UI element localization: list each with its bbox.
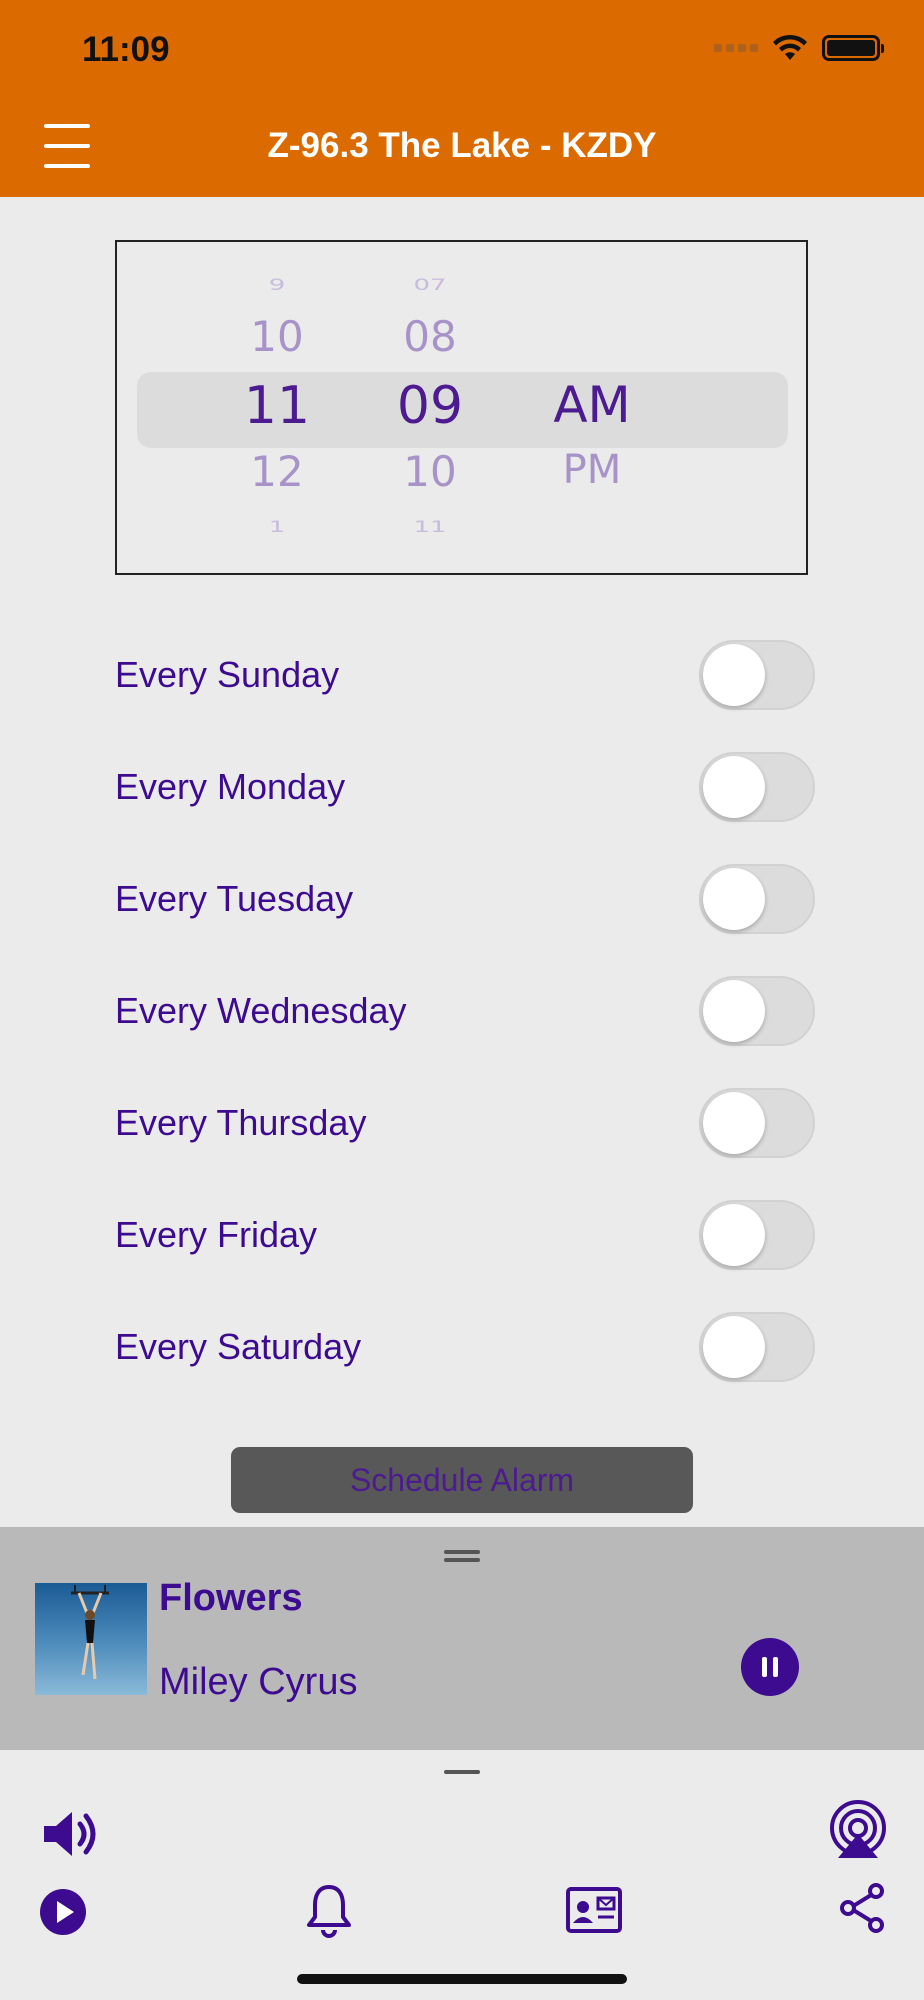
period-option-selected[interactable]: AM: [522, 376, 662, 434]
now-playing-bar[interactable]: Flowers Miley Cyrus: [0, 1527, 924, 1750]
contact-card-icon[interactable]: [566, 1887, 622, 1933]
home-indicator[interactable]: [297, 1974, 627, 1984]
airplay-icon[interactable]: [828, 1800, 888, 1860]
status-time: 11:09: [82, 30, 170, 69]
day-row-friday: Every Friday: [115, 1200, 815, 1312]
signal-icon: [714, 44, 758, 52]
day-label: Every Wednesday: [115, 990, 407, 1031]
play-icon[interactable]: [38, 1887, 88, 1937]
bottom-controls: [0, 1750, 924, 2000]
toggle-knob: [703, 1204, 765, 1266]
toggle-knob: [703, 1316, 765, 1378]
minute-option[interactable]: 08: [360, 312, 500, 361]
minute-option[interactable]: 11: [360, 518, 500, 536]
pause-icon: [762, 1657, 767, 1677]
day-toggle-list: Every Sunday Every Monday Every Tuesday …: [115, 640, 815, 1424]
thursday-toggle[interactable]: [699, 1088, 815, 1158]
day-row-saturday: Every Saturday: [115, 1312, 815, 1424]
day-row-thursday: Every Thursday: [115, 1088, 815, 1200]
day-row-monday: Every Monday: [115, 752, 815, 864]
saturday-toggle[interactable]: [699, 1312, 815, 1382]
share-icon[interactable]: [838, 1883, 886, 1933]
day-row-wednesday: Every Wednesday: [115, 976, 815, 1088]
hour-option[interactable]: 10: [207, 312, 347, 361]
time-picker[interactable]: 9 10 11 12 1 07 08 09 10 11 AM PM: [115, 240, 808, 575]
hour-option[interactable]: 9: [207, 276, 347, 294]
day-label: Every Tuesday: [115, 878, 354, 919]
schedule-alarm-button[interactable]: Schedule Alarm: [231, 1447, 693, 1513]
day-row-sunday: Every Sunday: [115, 640, 815, 752]
toggle-knob: [703, 868, 765, 930]
status-icons: [714, 34, 884, 62]
hour-option[interactable]: 1: [207, 518, 347, 536]
friday-toggle[interactable]: [699, 1200, 815, 1270]
toggle-knob: [703, 756, 765, 818]
day-label: Every Monday: [115, 766, 346, 807]
wifi-icon: [773, 34, 807, 60]
hour-column[interactable]: 9 10 11 12 1: [207, 242, 347, 573]
day-label: Every Saturday: [115, 1326, 362, 1367]
toggle-knob: [703, 980, 765, 1042]
battery-icon: [822, 35, 884, 61]
monday-toggle[interactable]: [699, 752, 815, 822]
period-column[interactable]: AM PM: [522, 242, 662, 573]
volume-icon[interactable]: [40, 1806, 100, 1862]
now-playing-title: Flowers: [159, 1577, 303, 1619]
bell-icon[interactable]: [306, 1883, 352, 1939]
album-art: [35, 1583, 147, 1695]
toggle-knob: [703, 644, 765, 706]
header: 11:09 Z-96.3 The Lake - KZDY: [0, 0, 924, 197]
tuesday-toggle[interactable]: [699, 864, 815, 934]
pause-button[interactable]: [741, 1638, 799, 1696]
wednesday-toggle[interactable]: [699, 976, 815, 1046]
day-row-tuesday: Every Tuesday: [115, 864, 815, 976]
day-label: Every Friday: [115, 1214, 318, 1255]
page-title: Z-96.3 The Lake - KZDY: [267, 126, 657, 165]
day-label: Every Thursday: [115, 1102, 367, 1143]
hour-option[interactable]: 12: [207, 447, 347, 496]
now-playing-artist: Miley Cyrus: [159, 1661, 358, 1703]
minute-option[interactable]: 07: [360, 276, 500, 294]
minute-option[interactable]: 10: [360, 447, 500, 496]
drag-handle[interactable]: [440, 1547, 484, 1567]
minute-option-selected[interactable]: 09: [360, 376, 500, 436]
period-option[interactable]: PM: [522, 447, 662, 493]
sunday-toggle[interactable]: [699, 640, 815, 710]
toggle-knob: [703, 1092, 765, 1154]
day-label: Every Sunday: [115, 654, 340, 695]
minute-column[interactable]: 07 08 09 10 11: [360, 242, 500, 573]
collapse-handle[interactable]: [444, 1770, 480, 1774]
hour-option-selected[interactable]: 11: [207, 376, 347, 436]
